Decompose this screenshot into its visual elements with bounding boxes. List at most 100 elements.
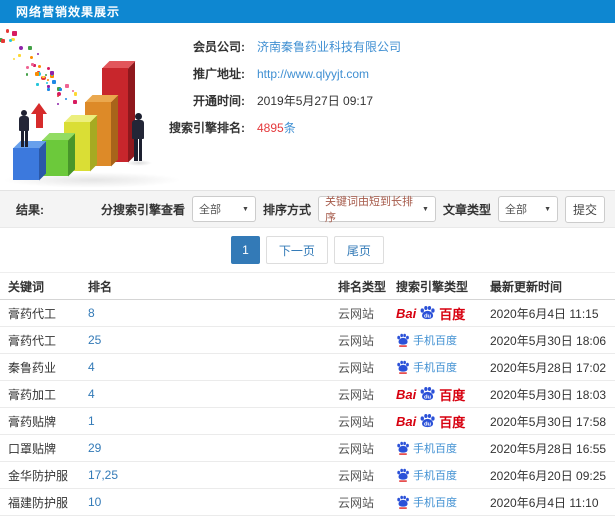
rank-type-cell: 云网站 (338, 495, 375, 510)
col-header-rank: 排名 (88, 279, 113, 294)
updated-time-cell: 2020年5月30日 18:03 (490, 387, 607, 402)
businessman-icon (19, 110, 29, 147)
updated-time-cell: 2020年6月20日 09:25 (490, 468, 607, 483)
info-section: 会员公司: 济南秦鲁药业科技有限公司 推广地址: http://www.qlyy… (0, 23, 615, 190)
baidu-logo-latin: Bai (396, 386, 417, 402)
updated-time-cell: 2020年5月28日 16:55 (490, 441, 607, 456)
baidu-logo-latin: Bai (396, 305, 417, 321)
table-body: 膏药代工 8 云网站 Bai du 百度 2020年6月4日 11:15 膏药代工 25 云网站手… (0, 300, 615, 516)
keyword-cell: 福建防护服 (8, 495, 69, 510)
table-row: 膏药贴牌 1 云网站 Bai du 百度 2020年5月30日 17:58 (0, 408, 615, 435)
confetti-dot (5, 29, 10, 34)
result-label: 结果: (16, 202, 44, 217)
rank-type-cell: 云网站 (338, 306, 375, 321)
sort-value: 关键词由短到长排序 (324, 196, 413, 224)
page-title: 网络营销效果展示 (16, 5, 121, 19)
rank-count-suffix: 条 (283, 121, 296, 135)
baidu-paw-icon (397, 495, 409, 509)
col-header-keyword: 关键词 (8, 279, 45, 294)
confetti-dot (34, 71, 39, 76)
member-info-list: 会员公司: 济南秦鲁药业科技有限公司 推广地址: http://www.qlyy… (150, 33, 610, 141)
rank-type-cell: 云网站 (338, 414, 375, 429)
confetti-dot (19, 46, 24, 50)
keyword-ranking-table: 关键词 排名 排名类型 搜索引擎类型 最新更新时间 膏药代工 8 云网站 Bai du 百… (0, 272, 615, 520)
keyword-cell: 膏药加工 (8, 387, 57, 402)
promo-url-label: 推广地址: (193, 67, 245, 81)
rank-link[interactable]: 17,25 (88, 468, 338, 482)
mobile-baidu-label: 手机百度 (413, 362, 457, 374)
svg-text:du: du (424, 421, 432, 427)
rank-count-label: 搜索引擎排名: (169, 121, 245, 135)
confetti-dot (73, 100, 78, 105)
confetti-dot (58, 87, 63, 92)
partial-row-clip: 手机百度 (0, 516, 615, 520)
baidu-paw-icon: du (420, 386, 435, 400)
rank-link[interactable]: 29 (88, 441, 338, 455)
baidu-paw-icon (397, 441, 409, 455)
confetti-dot (46, 66, 50, 71)
confetti-dot (37, 53, 40, 56)
rank-link[interactable]: 8 (88, 306, 338, 320)
table-header-row: 关键词 排名 排名类型 搜索引擎类型 最新更新时间 (0, 272, 615, 300)
chevron-down-icon: ▼ (242, 205, 249, 213)
updated-time-cell: 2020年5月28日 17:02 (490, 360, 607, 375)
search-engine-logo: Bai du 百度 (396, 304, 490, 323)
rank-type-cell: 云网站 (338, 360, 375, 375)
updated-time-cell: 2020年5月30日 18:06 (490, 333, 607, 348)
keyword-cell: 金华防护服 (8, 468, 69, 483)
confetti-dot (46, 81, 49, 85)
promo-url-link[interactable]: http://www.qlyyjt.com (257, 67, 369, 81)
engine-filter-select[interactable]: 全部 ▼ (191, 196, 256, 222)
search-engine-logo: Bai du 百度 (396, 385, 490, 404)
confetti-dot (44, 73, 48, 77)
rank-link[interactable]: 4 (88, 387, 338, 401)
last-page-button[interactable]: 尾页 (333, 236, 384, 264)
rank-link[interactable]: 1 (88, 414, 338, 428)
col-header-engine-type: 搜索引擎类型 (396, 279, 469, 294)
table-row: 福建防护服 10 云网站 手机百度 2020年6月4日 11:10 (0, 489, 615, 516)
confetti-dot (47, 85, 50, 88)
up-arrow-icon (31, 103, 47, 128)
next-page-button[interactable]: 下一页 (265, 236, 328, 264)
table-row: 膏药代工 25 云网站 手机百度 2020年5月30日 18:06 (0, 327, 615, 354)
info-row-rank-count: 搜索引擎排名: 4895条 (150, 114, 610, 141)
mobile-baidu-label: 手机百度 (413, 335, 457, 347)
keyword-cell: 膏药代工 (8, 333, 57, 348)
company-name-link[interactable]: 济南秦鲁药业科技有限公司 (257, 38, 401, 55)
confetti-dot (28, 46, 33, 51)
confetti-dot (73, 92, 78, 97)
businessman-thinking-icon (132, 113, 144, 161)
rank-count-number: 4895 (257, 121, 284, 135)
submit-button[interactable]: 提交 (565, 195, 605, 223)
table-row: 膏药代工 8 云网站 Bai du 百度 2020年6月4日 11:15 (0, 300, 615, 327)
rank-link[interactable]: 25 (88, 333, 338, 347)
page-1-button[interactable]: 1 (231, 236, 260, 264)
search-engine-logo: 手机百度 (396, 494, 490, 510)
col-header-updated: 最新更新时间 (490, 279, 563, 294)
baidu-logo-cn: 百度 (439, 387, 466, 403)
header-bar: 网络营销效果展示 (0, 0, 615, 23)
svg-text:du: du (424, 394, 432, 400)
chart-bar-blue (13, 141, 46, 180)
confetti-dot (49, 70, 55, 76)
col-header-rank-type: 排名类型 (338, 279, 387, 294)
search-engine-logo: 手机百度 (396, 359, 490, 375)
baidu-logo-cn: 百度 (439, 306, 466, 322)
rank-type-cell: 云网站 (338, 468, 375, 483)
confetti-dot (37, 64, 42, 69)
confetti-dot (56, 102, 60, 106)
confetti-dot (25, 73, 29, 76)
mobile-baidu-label: 手机百度 (413, 443, 457, 455)
keyword-cell: 膏药贴牌 (8, 414, 57, 429)
sort-select[interactable]: 关键词由短到长排序 ▼ (317, 196, 436, 224)
rank-link[interactable]: 4 (88, 360, 338, 374)
updated-time-cell: 2020年6月4日 11:15 (490, 306, 599, 321)
rank-link[interactable]: 10 (88, 495, 338, 509)
chevron-down-icon: ▼ (422, 205, 429, 213)
article-type-select[interactable]: 全部 ▼ (498, 196, 558, 222)
search-engine-logo: 手机百度 (396, 332, 490, 348)
keyword-cell: 口罩贴牌 (8, 441, 57, 456)
table-row: 秦鲁药业 4 云网站 手机百度 2020年5月28日 17:02 (0, 354, 615, 381)
confetti-dot (12, 31, 17, 36)
svg-text:du: du (424, 313, 432, 319)
